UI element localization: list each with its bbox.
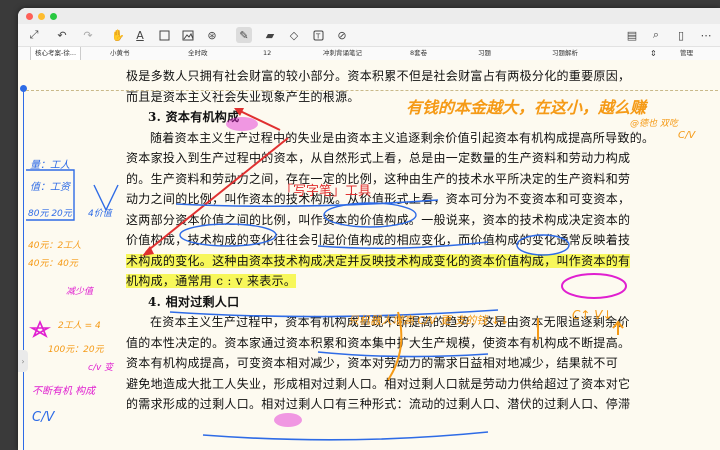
tab-12[interactable]: 12 [263,47,271,60]
text-underline-icon[interactable]: A [132,27,148,43]
document-tabs: 核心考案-徐... 小黄书 全时政 12 冲刺背诵笔记 8套卷 习题 习题解析 … [18,47,720,61]
pen-icon[interactable]: ✎ [236,27,252,43]
handwritten-note: 不断有机 构成 [32,386,96,397]
image-icon[interactable] [180,27,196,43]
document-page[interactable]: 极是多数人只拥有社会财富的较小部分。资本积累不但是社会财富占有两极分化的重要原因… [18,60,720,450]
handwritten-note: 有钱的本金越大，在这小，越么赚 [406,98,647,117]
manage-button[interactable]: 管理 [680,47,693,60]
title-bar [18,8,720,24]
handwritten-note: @德也 双吃 [630,119,678,129]
page-icon[interactable]: ▯ [673,27,689,43]
handwritten-note: 100元：20元 [48,345,104,355]
handwritten-note: c/v 变 [88,363,114,373]
tab-sprint-notes[interactable]: 冲刺背诵笔记 [323,47,362,60]
blue-underline [202,431,489,441]
handwritten-note: C/V [678,130,696,141]
toolbar: ⤢ ↶ ↷ ✋ A ⊛ ✎ ▰ ◇ T ⊘ ▤ ⌕ ▯ ⋯ [18,24,720,47]
blue-circle [179,223,277,247]
orange-arrow [612,320,624,335]
magenta-star [28,319,52,338]
app-window: ⤢ ↶ ↷ ✋ A ⊛ ✎ ▰ ◇ T ⊘ ▤ ⌕ ▯ ⋯ 核心考案-徐... … [18,8,720,450]
close-window-button[interactable] [26,12,33,20]
blue-circle [323,202,417,228]
tab-core-notes[interactable]: 核心考案-徐... [30,47,82,60]
tab-yellow-book[interactable]: 小黄书 [110,47,130,60]
ink-annotations [26,108,627,441]
more-icon[interactable]: ⋯ [698,27,714,43]
eraser-icon[interactable]: ◇ [286,27,302,43]
blue-circle [516,234,570,256]
tab-sort-icon[interactable]: ⇕ [650,47,657,60]
magenta-mark [274,413,302,427]
handwritten-note: 量：工人 [30,160,70,171]
svg-text:T: T [315,32,321,40]
handwritten-note: 40元：2工人 [28,241,82,251]
hand-icon[interactable]: ✋ [110,27,126,43]
handwritten-note: 40元：40元 [28,259,78,269]
search-icon[interactable]: ⌕ [648,27,664,43]
tool-callout-label: 「写字笔」工具 [280,184,372,199]
handwritten-note: 只机器人增高 C/V 更 支的钱 ↓↓ [348,314,510,327]
tab-exercise-answers[interactable]: 习题解析 [552,47,578,60]
magenta-mark [226,117,258,131]
handwritten-note: 4价值 [88,209,112,219]
blue-underline [317,351,489,358]
callout-arrow-bottom [145,137,289,253]
handwritten-note: 值：工资 [30,182,70,193]
textbox-icon[interactable]: T [310,27,326,43]
handwritten-note: 2工人 = 4 [58,321,101,331]
lasso-icon[interactable]: ⊛ [204,27,220,43]
handwritten-note: C↑ V↓ [572,308,613,322]
redo-icon[interactable]: ↷ [80,27,96,43]
tab-exercises[interactable]: 习题 [478,47,491,60]
handwritten-note: 减少值 [66,287,94,297]
expand-icon[interactable]: ⤢ [26,27,42,43]
minimize-window-button[interactable] [38,12,45,20]
blue-underline [317,241,489,250]
link-icon[interactable]: ⊘ [334,27,350,43]
sidebar-toggle-handle[interactable]: › [18,350,28,372]
highlighter-icon[interactable]: ▰ [262,27,278,43]
rectangle-select-icon[interactable] [156,27,172,43]
tab-current-politics[interactable]: 全时政 [188,47,208,60]
magenta-circle [561,273,627,299]
zoom-window-button[interactable] [50,12,57,20]
document-icon[interactable]: ▤ [624,27,640,43]
tab-8-sets[interactable]: 8套卷 [410,47,427,60]
handwritten-note: C/V [32,410,55,425]
handwritten-note: 80元 20元 [28,209,72,219]
undo-icon[interactable]: ↶ [54,27,70,43]
